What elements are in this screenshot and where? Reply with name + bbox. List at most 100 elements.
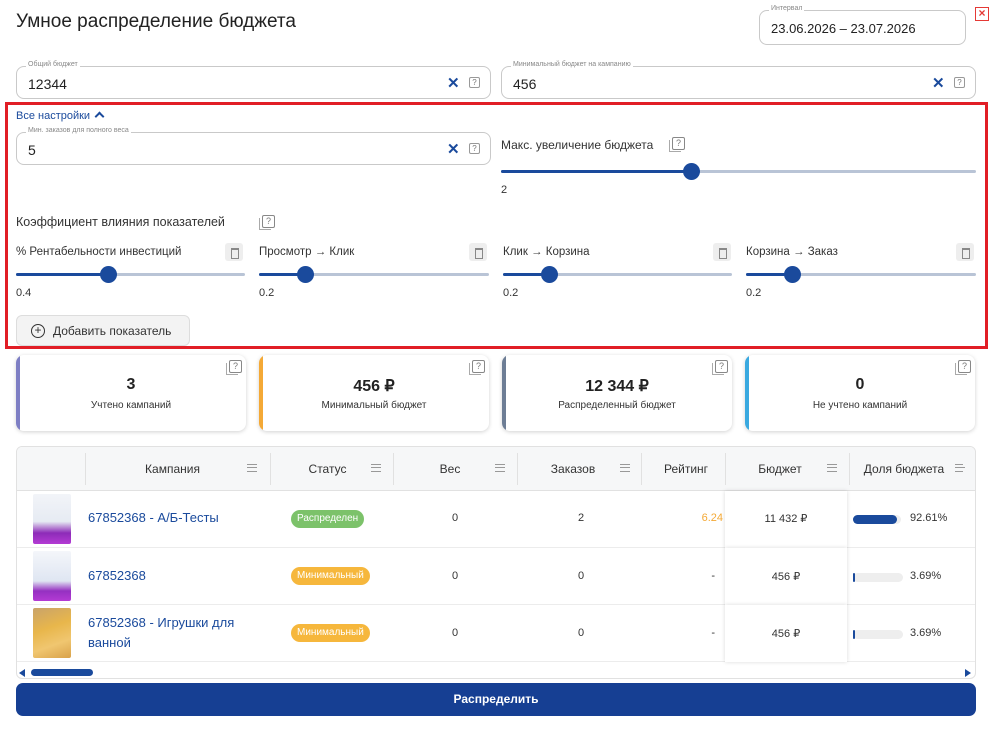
trash-icon[interactable] [469,243,487,261]
interval-label: Интервал [769,5,805,12]
trash-icon[interactable] [713,243,731,261]
orders-cell: 0 [577,627,585,639]
min-budget-field[interactable]: Минимальный бюджет на кампанию 456 ✕ ? [501,61,976,99]
share-cell: 92.61% [910,512,948,524]
status-badge: Минимальный [291,624,370,642]
total-budget-label: Общий бюджет [26,61,80,68]
help-icon[interactable]: ? [712,360,728,375]
sort-icon[interactable] [955,464,965,472]
plus-circle-icon: + [31,324,45,338]
metric-value: 0.2 [259,287,275,299]
min-budget-label: Минимальный бюджет на кампанию [511,61,633,68]
horizontal-scrollbar[interactable] [17,667,975,678]
page-title: Умное распределение бюджета [16,11,296,32]
rating-cell: - [711,627,715,639]
min-orders-field[interactable]: Мин. заказов для полного веса 5 ✕ ? [16,127,491,165]
trash-icon[interactable] [956,243,974,261]
max-increase-slider[interactable] [501,163,976,180]
column-header[interactable]: Заказов [517,447,630,491]
share-bar [853,630,903,639]
coef-title: Коэффициент влияния показателей [16,215,225,229]
share-bar [853,573,903,582]
product-image [33,608,71,658]
help-icon[interactable]: ? [259,215,275,230]
column-header[interactable]: Вес [393,447,507,491]
table-header: Кампания Статус Вес Заказов Рейтинг Бюдж… [17,447,975,491]
metric-slider[interactable] [746,266,976,283]
campaign-table: Кампания Статус Вес Заказов Рейтинг Бюдж… [16,446,976,679]
metric-slider[interactable] [259,266,489,283]
max-increase-value: 2 [501,184,508,196]
distribute-button[interactable]: Распределить [16,683,976,716]
column-header[interactable]: Статус [270,447,385,491]
slider-thumb[interactable] [683,163,700,180]
table-row[interactable]: 67852368 - Игрушки для ванной Минимальны… [17,605,975,662]
menu-icon[interactable] [827,464,837,472]
slider-thumb[interactable] [297,266,314,283]
add-metric-button[interactable]: + Добавить показатель [16,315,190,346]
metric-slider[interactable] [503,266,732,283]
status-badge: Распределен [291,510,365,528]
all-settings-toggle[interactable]: Все настройки [16,110,105,122]
campaign-link[interactable]: 67852368 - А/Б-Тесты [88,508,268,528]
menu-icon[interactable] [371,464,381,472]
add-metric-label: Добавить показатель [53,324,172,338]
product-image [33,551,71,601]
slider-thumb[interactable] [540,266,558,283]
scroll-right-icon[interactable] [965,669,971,677]
column-header[interactable]: Кампания [85,447,260,491]
table-row[interactable]: 67852368 Минимальный 0 0 - 456 ₽ 3.69% [17,548,975,605]
help-icon[interactable]: ? [469,143,480,154]
summary-card: ? 12 344 ₽ Распределенный бюджет [502,355,732,431]
orders-cell: 0 [577,570,585,582]
metric-label: Просмотр → Клик [259,246,355,258]
menu-icon[interactable] [495,464,505,472]
clear-icon[interactable]: ✕ [447,140,460,158]
orders-cell: 2 [577,512,585,524]
card-label: Учтено кампаний [90,400,172,411]
summary-card: ? 456 ₽ Минимальный бюджет [259,355,489,431]
share-cell: 3.69% [910,627,942,639]
card-label: Распределенный бюджет [558,400,676,411]
card-value: 456 ₽ [353,378,395,395]
slider-thumb[interactable] [784,266,801,283]
help-icon[interactable]: ? [955,360,971,375]
trash-icon[interactable] [225,243,243,261]
share-bar [853,515,901,524]
interval-field[interactable]: Интервал 23.06.2026 – 23.07.2026 [759,5,966,45]
all-settings-label: Все настройки [16,110,91,122]
scroll-left-icon[interactable] [19,669,25,677]
scroll-thumb[interactable] [31,669,93,676]
help-icon[interactable]: ? [226,360,242,375]
clear-icon[interactable]: ✕ [932,74,945,92]
campaign-link[interactable]: 67852368 - Игрушки для ванной [88,613,266,653]
column-header[interactable]: Доля бюджета [849,447,965,491]
metric-slider[interactable] [16,266,245,283]
metric-value: 0.2 [746,287,762,299]
metric-label: Корзина → Заказ [746,246,838,258]
status-badge: Минимальный [291,567,370,585]
card-value: 0 [855,376,865,393]
summary-card: ? 3 Учтено кампаний [16,355,246,431]
help-icon[interactable]: ? [669,137,685,152]
close-icon[interactable]: × [975,7,989,21]
metric-value: 0.2 [503,287,519,299]
menu-icon[interactable] [620,464,630,472]
table-row[interactable]: 67852368 - А/Б-Тесты Распределен 0 2 6.2… [17,491,975,548]
clear-icon[interactable]: ✕ [447,74,460,92]
help-icon[interactable]: ? [469,77,480,88]
slider-thumb[interactable] [99,266,117,283]
metric-value: 0.4 [16,287,32,299]
campaign-link[interactable]: 67852368 [88,566,268,586]
help-icon[interactable]: ? [954,77,965,88]
weight-cell: 0 [451,512,459,524]
chevron-up-icon [94,111,105,122]
column-header[interactable]: Рейтинг [641,447,731,491]
column-header[interactable]: Бюджет [725,447,837,491]
rating-cell: - [711,570,715,582]
menu-icon[interactable] [247,464,257,472]
total-budget-field[interactable]: Общий бюджет 12344 ✕ ? [16,61,491,99]
help-icon[interactable]: ? [469,360,485,375]
metric-label: % Рентабельности инвестиций [16,246,182,258]
product-image [33,494,71,544]
